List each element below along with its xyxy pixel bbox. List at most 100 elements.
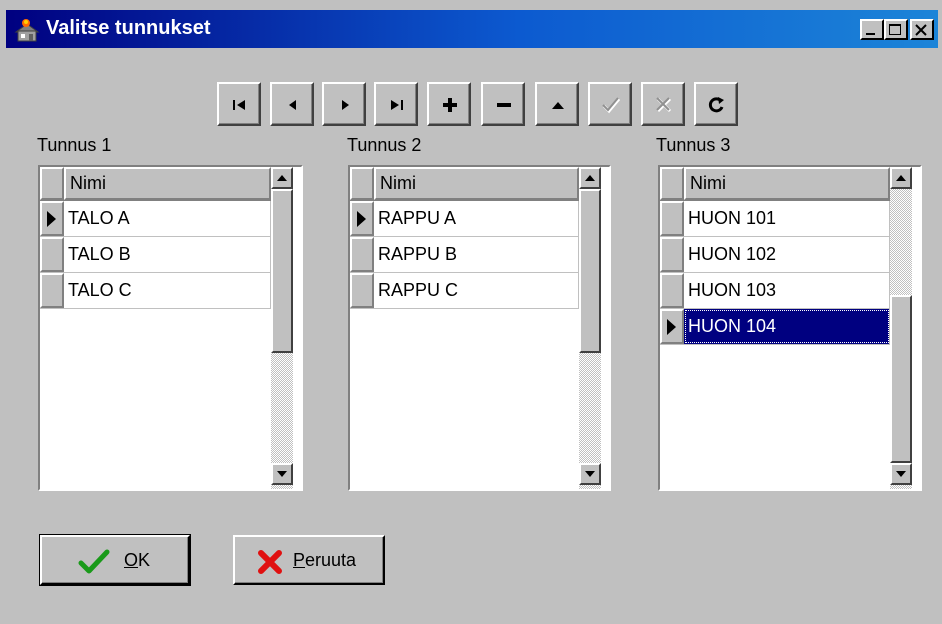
grid-label-1: Tunnus 1: [37, 135, 112, 155]
arrow-down-icon: [896, 471, 906, 477]
ok-button[interactable]: OK: [39, 534, 191, 586]
row-indicator: [660, 273, 684, 308]
table-row[interactable]: HUON 103: [660, 273, 890, 309]
grid-corner: [660, 167, 684, 200]
close-icon: [915, 24, 927, 36]
cell-nimi[interactable]: HUON 101: [684, 201, 890, 236]
arrow-down-icon: [585, 471, 595, 477]
cancel-button[interactable]: Peruuta: [233, 535, 385, 585]
row-indicator: [660, 201, 684, 236]
grid-tunnus-3[interactable]: Nimi HUON 101 HUON 102 HUON 103 HUON 104: [658, 165, 922, 491]
scroll-down-button[interactable]: [890, 463, 912, 485]
row-indicator: [40, 273, 64, 308]
dialog-window: Valitse tunnukset Tunnus 1 Tunnus 2 Tunn…: [0, 0, 942, 624]
arrow-up-icon: [277, 175, 287, 181]
prior-record-icon: [289, 100, 296, 110]
plus-icon: [443, 98, 457, 112]
cell-nimi[interactable]: HUON 102: [684, 237, 890, 272]
vertical-scrollbar[interactable]: [271, 167, 293, 489]
table-row[interactable]: HUON 102: [660, 237, 890, 273]
checkmark-icon: [78, 549, 110, 580]
row-indicator: [350, 201, 374, 236]
column-header-nimi[interactable]: Nimi: [64, 167, 271, 200]
scroll-thumb[interactable]: [890, 295, 912, 463]
ok-label-rest: K: [138, 550, 151, 570]
scroll-thumb[interactable]: [271, 189, 293, 353]
current-row-arrow-icon: [357, 211, 366, 227]
row-indicator: [350, 237, 374, 272]
current-row-arrow-icon: [47, 211, 56, 227]
cell-nimi[interactable]: TALO C: [64, 273, 271, 308]
nav-insert-button[interactable]: [427, 82, 471, 126]
row-indicator: [350, 273, 374, 308]
scroll-down-button[interactable]: [579, 463, 601, 485]
table-row[interactable]: HUON 101: [660, 201, 890, 237]
cell-nimi[interactable]: HUON 103: [684, 273, 890, 308]
title-bar[interactable]: Valitse tunnukset: [6, 10, 938, 48]
row-indicator: [40, 201, 64, 236]
current-row-arrow-icon: [667, 319, 676, 335]
nav-prior-button[interactable]: [270, 82, 314, 126]
last-record-icon: [391, 100, 403, 110]
maximize-icon: [889, 24, 901, 35]
cell-nimi[interactable]: RAPPU C: [374, 273, 579, 308]
grid-tunnus-1[interactable]: Nimi TALO A TALO B TALO C: [38, 165, 303, 491]
grid-label-3: Tunnus 3: [656, 135, 731, 155]
ok-label: OK: [124, 550, 150, 571]
arrow-down-icon: [277, 471, 287, 477]
nav-delete-button[interactable]: [481, 82, 525, 126]
scroll-up-button[interactable]: [579, 167, 601, 189]
scroll-up-button[interactable]: [271, 167, 293, 189]
x-icon: [656, 97, 672, 113]
first-record-icon: [233, 100, 245, 110]
column-header-nimi[interactable]: Nimi: [374, 167, 579, 200]
cancel-mnemonic: P: [293, 550, 306, 570]
table-row[interactable]: TALO B: [40, 237, 271, 273]
cell-nimi[interactable]: RAPPU A: [374, 201, 579, 236]
grid-label-2: Tunnus 2: [347, 135, 422, 155]
table-row[interactable]: TALO C: [40, 273, 271, 309]
nav-refresh-button[interactable]: [694, 82, 738, 126]
red-x-icon: [257, 549, 283, 580]
vertical-scrollbar[interactable]: [579, 167, 601, 489]
grid-tunnus-2[interactable]: Nimi RAPPU A RAPPU B RAPPU C: [348, 165, 611, 491]
vertical-scrollbar[interactable]: [890, 167, 912, 489]
window-title: Valitse tunnukset: [46, 17, 211, 39]
app-house-icon: [14, 18, 40, 42]
nav-next-button[interactable]: [322, 82, 366, 126]
nav-first-button[interactable]: [217, 82, 261, 126]
cell-nimi[interactable]: TALO B: [64, 237, 271, 272]
minimize-icon: [866, 33, 875, 35]
scroll-thumb[interactable]: [579, 189, 601, 353]
close-button[interactable]: [910, 19, 934, 40]
checkmark-icon: [602, 97, 621, 114]
cancel-label: Peruuta: [293, 550, 356, 571]
table-row[interactable]: RAPPU A: [350, 201, 579, 237]
cell-nimi[interactable]: TALO A: [64, 201, 271, 236]
row-indicator: [40, 237, 64, 272]
maximize-button[interactable]: [884, 19, 908, 40]
table-row[interactable]: RAPPU C: [350, 273, 579, 309]
next-record-icon: [342, 100, 349, 110]
nav-edit-button[interactable]: [535, 82, 579, 126]
scroll-down-button[interactable]: [271, 463, 293, 485]
minimize-button[interactable]: [860, 19, 884, 40]
table-row[interactable]: TALO A: [40, 201, 271, 237]
triangle-up-icon: [552, 102, 564, 109]
arrow-up-icon: [896, 175, 906, 181]
nav-last-button[interactable]: [374, 82, 418, 126]
table-row-selected[interactable]: HUON 104: [660, 309, 890, 345]
grid-header: Nimi: [660, 167, 890, 201]
cell-nimi[interactable]: RAPPU B: [374, 237, 579, 272]
scroll-up-button[interactable]: [890, 167, 912, 189]
grid-header: Nimi: [350, 167, 579, 201]
row-indicator: [660, 237, 684, 272]
grid-corner: [40, 167, 64, 200]
nav-cancel-button[interactable]: [641, 82, 685, 126]
cell-nimi[interactable]: HUON 104: [684, 309, 890, 344]
nav-post-button[interactable]: [588, 82, 632, 126]
column-header-nimi[interactable]: Nimi: [684, 167, 890, 200]
table-row[interactable]: RAPPU B: [350, 237, 579, 273]
minus-icon: [497, 103, 511, 107]
cancel-label-rest: eruuta: [305, 550, 357, 570]
